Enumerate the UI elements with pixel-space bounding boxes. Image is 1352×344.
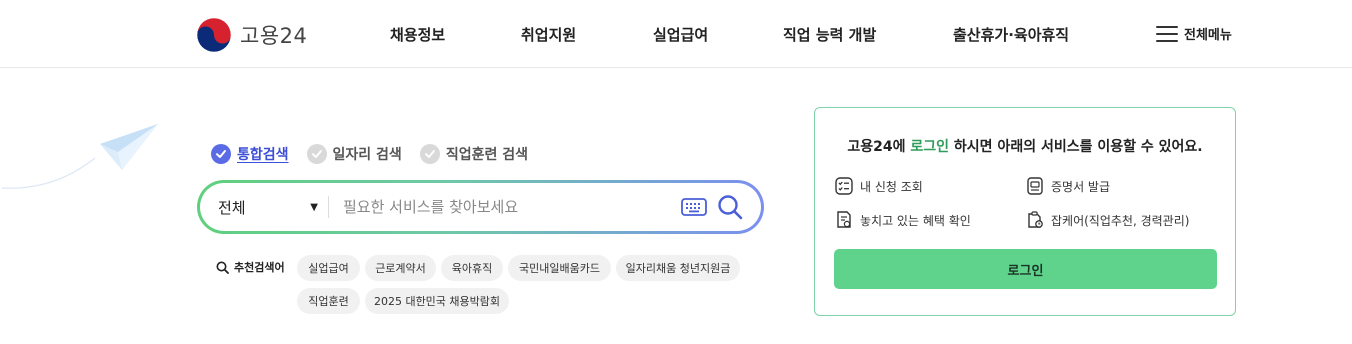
jobcare-icon xyxy=(1028,211,1043,228)
nav-item-jobs[interactable]: 채용정보 xyxy=(390,24,445,45)
keyword-chip[interactable]: 2025 대한민국 채용박람회 xyxy=(365,288,509,314)
keyword-chip[interactable]: 직업훈련 xyxy=(297,288,360,314)
recommended-label: 추천검색어 xyxy=(216,259,285,275)
taegeuk-logo-icon xyxy=(196,17,232,53)
tab-integrated-search[interactable]: 통합검색 xyxy=(211,144,289,164)
service-missed-benefits[interactable]: 놓치고 있는 혜택 확인 xyxy=(835,211,971,229)
search-input[interactable] xyxy=(329,183,681,231)
tab-label: 일자리 검색 xyxy=(332,147,402,163)
site-logo[interactable]: 고용24 xyxy=(196,17,307,53)
message-login-link[interactable]: 로그인 xyxy=(910,139,949,155)
site-header: 고용24 채용정보 취업지원 실업급여 직업 능력 개발 출산휴가·육아휴직 전… xyxy=(0,0,1352,68)
search-scope-select[interactable]: 전체 ▼ xyxy=(200,183,328,231)
benefit-doc-icon xyxy=(837,211,851,228)
caret-down-icon: ▼ xyxy=(310,201,318,213)
search-icon xyxy=(216,261,229,274)
login-button[interactable]: 로그인 xyxy=(834,249,1217,289)
certificate-icon xyxy=(1027,177,1043,195)
service-my-applications[interactable]: 내 신청 조회 xyxy=(835,177,923,195)
service-label: 내 신청 조회 xyxy=(860,179,923,194)
message-prefix: 고용24에 xyxy=(847,139,911,155)
message-suffix: 하시면 아래의 서비스를 이용할 수 있어요. xyxy=(949,139,1203,155)
keyword-chip[interactable]: 실업급여 xyxy=(297,255,360,281)
paper-plane-icon xyxy=(1,124,158,189)
keyword-chip[interactable]: 일자리채움 청년지원금 xyxy=(616,255,740,281)
nav-item-parental-leave[interactable]: 출산휴가·육아휴직 xyxy=(953,24,1069,45)
search-inner: 전체 ▼ xyxy=(200,183,761,231)
logo-text: 고용24 xyxy=(240,24,308,48)
all-menu-label: 전체메뉴 xyxy=(1184,28,1232,43)
tab-label: 직업훈련 검색 xyxy=(445,147,528,163)
all-menu-button[interactable]: 전체메뉴 xyxy=(1156,24,1232,43)
service-label: 놓치고 있는 혜택 확인 xyxy=(860,213,971,228)
login-card: 고용24에 로그인 하시면 아래의 서비스를 이용할 수 있어요. 내 신청 조… xyxy=(814,107,1236,316)
service-jobcare[interactable]: 잡케어(직업추천, 경력관리) xyxy=(1026,211,1189,229)
nav-item-skills-development[interactable]: 직업 능력 개발 xyxy=(783,24,876,45)
recommended-label-text: 추천검색어 xyxy=(234,261,285,274)
service-certificate[interactable]: 증명서 발급 xyxy=(1026,177,1110,195)
nav-item-employment-support[interactable]: 취업지원 xyxy=(521,24,576,45)
tab-job-search[interactable]: 일자리 검색 xyxy=(306,144,402,164)
service-label: 잡케어(직업추천, 경력관리) xyxy=(1051,213,1190,228)
nav-item-unemployment-benefits[interactable]: 실업급여 xyxy=(653,24,708,45)
keyboard-icon[interactable] xyxy=(681,198,707,216)
search-box: 전체 ▼ xyxy=(197,180,764,234)
keyword-chip[interactable]: 육아휴직 xyxy=(441,255,503,281)
login-message: 고용24에 로그인 하시면 아래의 서비스를 이용할 수 있어요. xyxy=(815,136,1235,156)
check-icon xyxy=(419,144,440,164)
scope-value: 전체 xyxy=(218,198,246,217)
keyword-chip[interactable]: 근로계약서 xyxy=(365,255,436,281)
service-label: 증명서 발급 xyxy=(1051,179,1111,194)
tab-label: 통합검색 xyxy=(237,147,289,163)
keyword-chip[interactable]: 국민내일배움카드 xyxy=(508,255,611,281)
list-check-icon xyxy=(835,177,853,195)
check-icon xyxy=(211,144,231,164)
hamburger-icon xyxy=(1156,25,1178,42)
search-icon[interactable] xyxy=(717,194,743,220)
search-type-tabs: 통합검색 일자리 검색 직업훈련 검색 xyxy=(211,144,528,164)
check-icon xyxy=(306,144,327,164)
tab-training-search[interactable]: 직업훈련 검색 xyxy=(419,144,528,164)
